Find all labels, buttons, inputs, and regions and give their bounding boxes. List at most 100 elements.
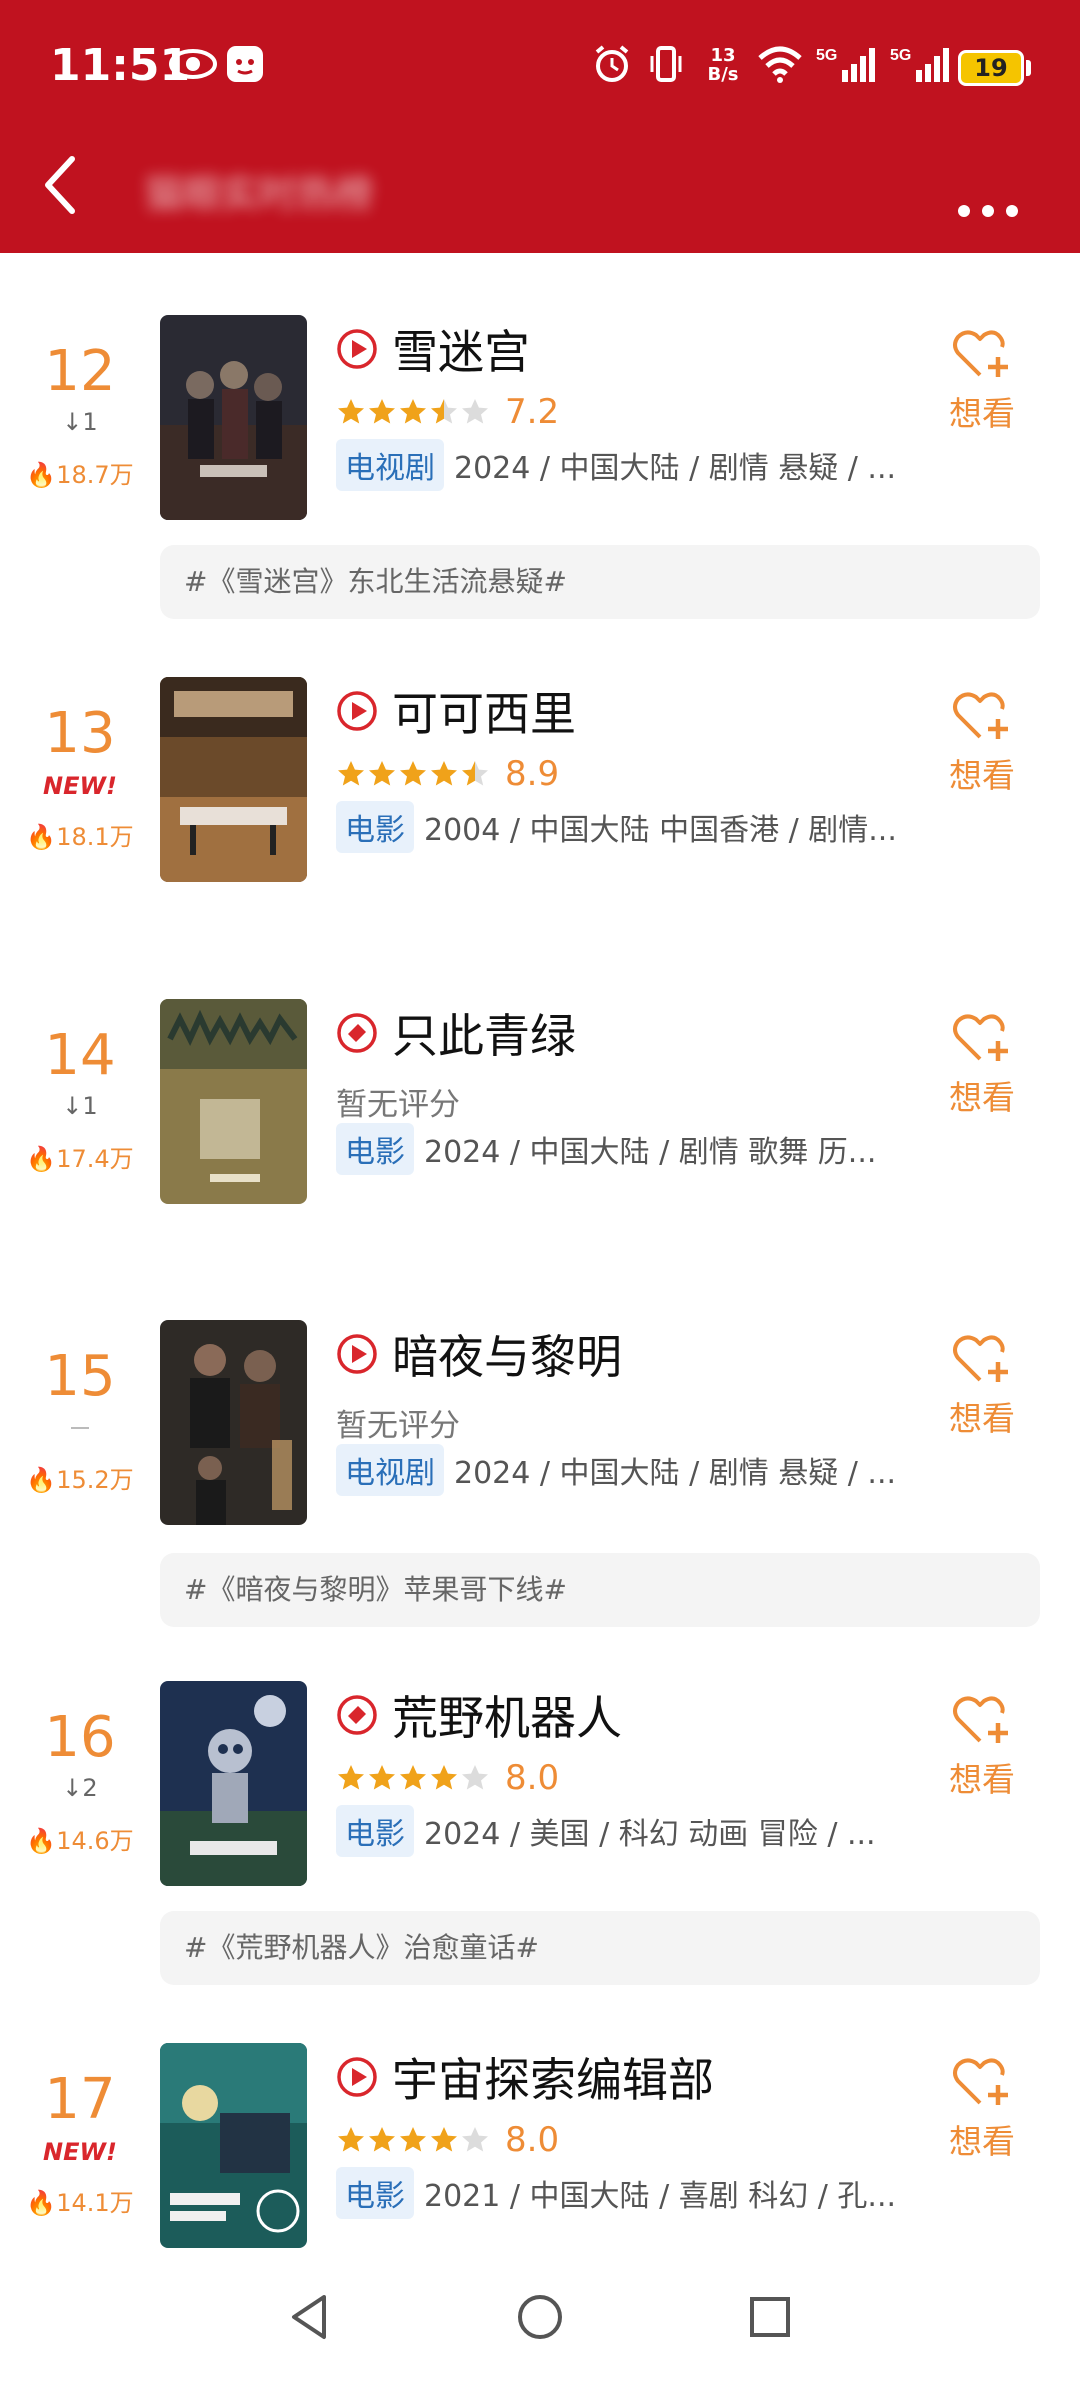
topic-chip[interactable]: #《暗夜与黎明》苹果哥下线#	[160, 1553, 1040, 1627]
movie-title[interactable]: 宇宙探索编辑部	[392, 2044, 714, 2110]
want-button[interactable]: 想看	[942, 2053, 1022, 2163]
ranking-list: 12 ↓1 🔥18.7万 雪迷宫 7.2 电视剧 2024 / 中国大陆 / 剧…	[0, 253, 1080, 2263]
title-row: 荒野机器人	[336, 1685, 622, 1745]
heat-text: 14.1万	[56, 2189, 134, 2217]
want-label: 想看	[949, 756, 1015, 795]
star-icon	[400, 1765, 426, 1790]
meta-info: 2024 / 中国大陆 / 剧情 悬疑 / ...	[454, 1456, 897, 1491]
battery-tip	[1026, 60, 1031, 76]
score: 8.9	[505, 754, 560, 794]
rank-number: 15	[44, 1344, 116, 1409]
star-icon	[369, 399, 395, 424]
movie-title[interactable]: 荒野机器人	[392, 1682, 622, 1748]
rank-number: 17	[44, 2067, 116, 2132]
star-icon	[400, 761, 426, 786]
poster-image[interactable]	[160, 1681, 307, 1886]
vibrate-icon	[646, 42, 686, 86]
poster-image[interactable]	[160, 315, 307, 520]
movie-title[interactable]: 只此青绿	[392, 1000, 576, 1066]
rating-row: 8.0	[336, 1758, 559, 1798]
heat-value: 🔥17.4万	[0, 1139, 160, 1174]
heat-text: 14.6万	[56, 1827, 134, 1855]
more-options-icon[interactable]	[950, 165, 1030, 225]
list-item[interactable]: 13 NEW! 🔥18.1万 可可西里 8.9 电影 2004 / 中国大陆 中…	[0, 677, 1080, 887]
system-nav-bar	[0, 2263, 1080, 2386]
back-icon[interactable]	[30, 145, 90, 225]
heat-text: 18.1万	[56, 823, 134, 851]
heart-plus-icon	[953, 1696, 1008, 1743]
heat-text: 15.2万	[56, 1466, 134, 1494]
title-row: 只此青绿	[336, 1003, 576, 1063]
app-screen: 11:51 13 B/s 5G 5G 19 猫眼实时热榜 12 ↓1 🔥18.7…	[0, 0, 1080, 2386]
battery-indicator: 19	[958, 50, 1024, 86]
meta-info: 2024 / 美国 / 科幻 动画 冒险 / ...	[424, 1817, 876, 1852]
score: 8.0	[505, 2120, 560, 2160]
top-bar: 11:51 13 B/s 5G 5G 19 猫眼实时热榜	[0, 0, 1080, 253]
want-button[interactable]: 想看	[942, 1691, 1022, 1801]
list-item[interactable]: 16 ↓2 🔥14.6万 荒野机器人 8.0 电影 2024 / 美国 / 科幻…	[0, 1681, 1080, 1985]
heat-text: 17.4万	[56, 1145, 134, 1173]
status-bar: 11:51 13 B/s 5G 5G 19	[0, 0, 1080, 135]
meta-row: 电影 2024 / 中国大陆 / 剧情 歌舞 历...	[336, 1123, 926, 1175]
want-button[interactable]: 想看	[942, 687, 1022, 797]
star-icon	[462, 1765, 488, 1790]
rank-unchanged-dash	[71, 1427, 89, 1429]
flame-icon: 🔥	[26, 461, 57, 489]
star-icon	[369, 761, 395, 786]
meta-info: 2021 / 中国大陆 / 喜剧 科幻 / 孔...	[424, 2179, 897, 2214]
heart-plus-icon	[953, 1014, 1008, 1061]
list-item[interactable]: 12 ↓1 🔥18.7万 雪迷宫 7.2 电视剧 2024 / 中国大陆 / 剧…	[0, 315, 1080, 619]
signal-5g-icon: 5G	[816, 42, 882, 86]
heat-value: 🔥18.7万	[0, 455, 160, 490]
nav-recents-icon[interactable]	[740, 2287, 800, 2347]
star-icon	[338, 761, 364, 786]
topic-chip[interactable]: #《雪迷宫》东北生活流悬疑#	[160, 545, 1040, 619]
heat-value: 🔥15.2万	[0, 1460, 160, 1495]
title-row: 可可西里	[336, 681, 576, 741]
signal-5g-icon-2: 5G	[890, 42, 956, 86]
heat-value: 🔥18.1万	[0, 817, 160, 852]
net-speed-value: 13	[710, 45, 736, 66]
type-tag: 电视剧	[336, 439, 444, 491]
list-item[interactable]: 14 ↓1 🔥17.4万 只此青绿 暂无评分 电影 2024 / 中国大陆 / …	[0, 999, 1080, 1209]
want-button[interactable]: 想看	[942, 325, 1022, 435]
poster-image[interactable]	[160, 1320, 307, 1525]
svg-text:5G: 5G	[816, 47, 837, 64]
type-tag: 电影	[336, 801, 414, 853]
meta-row: 电视剧 2024 / 中国大陆 / 剧情 悬疑 / ...	[336, 1444, 926, 1496]
heart-plus-icon	[953, 1335, 1008, 1382]
meta-row: 电影 2021 / 中国大陆 / 喜剧 科幻 / 孔...	[336, 2167, 926, 2219]
star-rating	[336, 1763, 491, 1793]
flame-icon: 🔥	[26, 2189, 57, 2217]
rank-number: 13	[44, 701, 116, 766]
want-button[interactable]: 想看	[942, 1009, 1022, 1119]
flame-icon: 🔥	[26, 1827, 57, 1855]
poster-image[interactable]	[160, 2043, 307, 2248]
play-icon	[337, 691, 377, 731]
app-notification-icon	[226, 42, 264, 86]
nav-back-icon[interactable]	[280, 2287, 340, 2347]
play-icon	[337, 2057, 377, 2097]
movie-title[interactable]: 雪迷宫	[392, 316, 530, 382]
meta-row: 电影 2024 / 美国 / 科幻 动画 冒险 / ...	[336, 1805, 926, 1857]
net-speed: 13 B/s	[706, 46, 740, 84]
flame-icon: 🔥	[26, 823, 57, 851]
heart-plus-icon	[953, 2058, 1008, 2105]
rating-row: 8.9	[336, 754, 559, 794]
star-icon	[462, 399, 488, 424]
list-item[interactable]: 17 NEW! 🔥14.1万 宇宙探索编辑部 8.0 电影 2021 / 中国大…	[0, 2043, 1080, 2253]
poster-image[interactable]	[160, 999, 307, 1204]
want-button[interactable]: 想看	[942, 1330, 1022, 1440]
movie-title[interactable]: 可可西里	[392, 678, 576, 744]
heat-value: 🔥14.1万	[0, 2183, 160, 2218]
star-icon	[431, 761, 457, 786]
wifi-icon	[756, 42, 804, 86]
poster-image[interactable]	[160, 677, 307, 882]
list-item[interactable]: 15 🔥15.2万 暗夜与黎明 暂无评分 电视剧 2024 / 中国大陆 / 剧…	[0, 1320, 1080, 1627]
star-icon	[400, 2127, 426, 2152]
rank-change: ↓1	[62, 1092, 98, 1120]
nav-home-icon[interactable]	[510, 2287, 570, 2347]
movie-title[interactable]: 暗夜与黎明	[392, 1321, 622, 1387]
topic-chip[interactable]: #《荒野机器人》治愈童话#	[160, 1911, 1040, 1985]
nav-bar: 猫眼实时热榜	[0, 135, 1080, 253]
